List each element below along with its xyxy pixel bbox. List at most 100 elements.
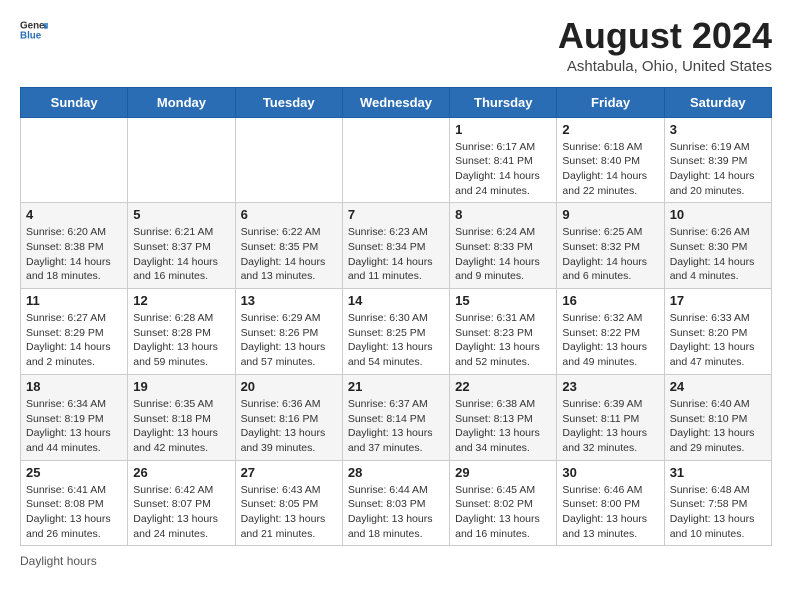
date-number: 22 [455, 379, 551, 394]
cell-detail: Sunrise: 6:23 AM Sunset: 8:34 PM Dayligh… [348, 225, 444, 284]
calendar-day-header: Monday [128, 87, 235, 117]
cell-detail: Sunrise: 6:48 AM Sunset: 7:58 PM Dayligh… [670, 483, 766, 542]
calendar-cell [342, 117, 449, 203]
title-area: August 2024 Ashtabula, Ohio, United Stat… [558, 16, 772, 75]
date-number: 7 [348, 207, 444, 222]
cell-detail: Sunrise: 6:35 AM Sunset: 8:18 PM Dayligh… [133, 397, 229, 456]
calendar-cell: 3 Sunrise: 6:19 AM Sunset: 8:39 PM Daylig… [664, 117, 771, 203]
footer-note: Daylight hours [20, 554, 772, 568]
calendar-cell: 19 Sunrise: 6:35 AM Sunset: 8:18 PM Dayli… [128, 374, 235, 460]
cell-detail: Sunrise: 6:30 AM Sunset: 8:25 PM Dayligh… [348, 311, 444, 370]
date-number: 16 [562, 293, 658, 308]
date-number: 4 [26, 207, 122, 222]
page-header: General Blue August 2024 Ashtabula, Ohio… [20, 16, 772, 75]
cell-detail: Sunrise: 6:28 AM Sunset: 8:28 PM Dayligh… [133, 311, 229, 370]
cell-detail: Sunrise: 6:44 AM Sunset: 8:03 PM Dayligh… [348, 483, 444, 542]
page-title: August 2024 [558, 16, 772, 56]
date-number: 31 [670, 465, 766, 480]
calendar-week-row: 1 Sunrise: 6:17 AM Sunset: 8:41 PM Daylig… [21, 117, 772, 203]
logo-icon: General Blue [20, 16, 48, 44]
date-number: 19 [133, 379, 229, 394]
date-number: 28 [348, 465, 444, 480]
calendar-cell: 25 Sunrise: 6:41 AM Sunset: 8:08 PM Dayli… [21, 460, 128, 546]
calendar-cell: 22 Sunrise: 6:38 AM Sunset: 8:13 PM Dayli… [450, 374, 557, 460]
cell-detail: Sunrise: 6:29 AM Sunset: 8:26 PM Dayligh… [241, 311, 337, 370]
calendar-day-header: Tuesday [235, 87, 342, 117]
date-number: 8 [455, 207, 551, 222]
calendar-cell: 24 Sunrise: 6:40 AM Sunset: 8:10 PM Dayli… [664, 374, 771, 460]
cell-detail: Sunrise: 6:22 AM Sunset: 8:35 PM Dayligh… [241, 225, 337, 284]
calendar-day-header: Saturday [664, 87, 771, 117]
calendar-cell: 27Sunrise: 6:43 AM Sunset: 8:05 PM Dayli… [235, 460, 342, 546]
calendar-day-header: Sunday [21, 87, 128, 117]
calendar-cell: 10Sunrise: 6:26 AM Sunset: 8:30 PM Dayli… [664, 203, 771, 289]
cell-detail: Sunrise: 6:31 AM Sunset: 8:23 PM Dayligh… [455, 311, 551, 370]
cell-detail: Sunrise: 6:45 AM Sunset: 8:02 PM Dayligh… [455, 483, 551, 542]
date-number: 10 [670, 207, 766, 222]
calendar-week-row: 11Sunrise: 6:27 AM Sunset: 8:29 PM Dayli… [21, 289, 772, 375]
calendar-cell: 1 Sunrise: 6:17 AM Sunset: 8:41 PM Daylig… [450, 117, 557, 203]
cell-detail: Sunrise: 6:20 AM Sunset: 8:38 PM Dayligh… [26, 225, 122, 284]
calendar-table: SundayMondayTuesdayWednesdayThursdayFrid… [20, 87, 772, 547]
cell-detail: Sunrise: 6:33 AM Sunset: 8:20 PM Dayligh… [670, 311, 766, 370]
page-subtitle: Ashtabula, Ohio, United States [558, 58, 772, 75]
date-number: 15 [455, 293, 551, 308]
calendar-cell: 31 Sunrise: 6:48 AM Sunset: 7:58 PM Dayli… [664, 460, 771, 546]
calendar-cell [21, 117, 128, 203]
calendar-cell: 5Sunrise: 6:21 AM Sunset: 8:37 PM Daylig… [128, 203, 235, 289]
calendar-cell: 14Sunrise: 6:30 AM Sunset: 8:25 PM Dayli… [342, 289, 449, 375]
cell-detail: Sunrise: 6:42 AM Sunset: 8:07 PM Dayligh… [133, 483, 229, 542]
cell-detail: Sunrise: 6:18 AM Sunset: 8:40 PM Dayligh… [562, 140, 658, 199]
calendar-day-header: Friday [557, 87, 664, 117]
svg-text:Blue: Blue [20, 30, 42, 41]
date-number: 2 [562, 122, 658, 137]
calendar-cell: 18 Sunrise: 6:34 AM Sunset: 8:19 PM Dayli… [21, 374, 128, 460]
cell-detail: Sunrise: 6:34 AM Sunset: 8:19 PM Dayligh… [26, 397, 122, 456]
calendar-body: 1 Sunrise: 6:17 AM Sunset: 8:41 PM Daylig… [21, 117, 772, 546]
date-number: 27 [241, 465, 337, 480]
calendar-cell: 2 Sunrise: 6:18 AM Sunset: 8:40 PM Daylig… [557, 117, 664, 203]
date-number: 30 [562, 465, 658, 480]
calendar-cell: 20 Sunrise: 6:36 AM Sunset: 8:16 PM Dayli… [235, 374, 342, 460]
calendar-cell: 15 Sunrise: 6:31 AM Sunset: 8:23 PM Dayli… [450, 289, 557, 375]
cell-detail: Sunrise: 6:25 AM Sunset: 8:32 PM Dayligh… [562, 225, 658, 284]
calendar-cell: 30Sunrise: 6:46 AM Sunset: 8:00 PM Dayli… [557, 460, 664, 546]
date-number: 9 [562, 207, 658, 222]
cell-detail: Sunrise: 6:36 AM Sunset: 8:16 PM Dayligh… [241, 397, 337, 456]
date-number: 13 [241, 293, 337, 308]
cell-detail: Sunrise: 6:24 AM Sunset: 8:33 PM Dayligh… [455, 225, 551, 284]
date-number: 17 [670, 293, 766, 308]
date-number: 11 [26, 293, 122, 308]
date-number: 6 [241, 207, 337, 222]
calendar-cell: 7 Sunrise: 6:23 AM Sunset: 8:34 PM Daylig… [342, 203, 449, 289]
calendar-cell: 6 Sunrise: 6:22 AM Sunset: 8:35 PM Daylig… [235, 203, 342, 289]
date-number: 3 [670, 122, 766, 137]
date-number: 24 [670, 379, 766, 394]
cell-detail: Sunrise: 6:37 AM Sunset: 8:14 PM Dayligh… [348, 397, 444, 456]
calendar-cell: 26Sunrise: 6:42 AM Sunset: 8:07 PM Dayli… [128, 460, 235, 546]
cell-detail: Sunrise: 6:38 AM Sunset: 8:13 PM Dayligh… [455, 397, 551, 456]
date-number: 20 [241, 379, 337, 394]
calendar-day-header: Wednesday [342, 87, 449, 117]
date-number: 12 [133, 293, 229, 308]
cell-detail: Sunrise: 6:39 AM Sunset: 8:11 PM Dayligh… [562, 397, 658, 456]
date-number: 18 [26, 379, 122, 394]
date-number: 23 [562, 379, 658, 394]
calendar-cell: 11Sunrise: 6:27 AM Sunset: 8:29 PM Dayli… [21, 289, 128, 375]
calendar-cell [128, 117, 235, 203]
date-number: 25 [26, 465, 122, 480]
calendar-cell: 17 Sunrise: 6:33 AM Sunset: 8:20 PM Dayli… [664, 289, 771, 375]
cell-detail: Sunrise: 6:40 AM Sunset: 8:10 PM Dayligh… [670, 397, 766, 456]
calendar-cell: 13 Sunrise: 6:29 AM Sunset: 8:26 PM Dayli… [235, 289, 342, 375]
calendar-week-row: 25 Sunrise: 6:41 AM Sunset: 8:08 PM Dayli… [21, 460, 772, 546]
cell-detail: Sunrise: 6:41 AM Sunset: 8:08 PM Dayligh… [26, 483, 122, 542]
date-number: 5 [133, 207, 229, 222]
calendar-cell: 23 Sunrise: 6:39 AM Sunset: 8:11 PM Dayli… [557, 374, 664, 460]
calendar-week-row: 18 Sunrise: 6:34 AM Sunset: 8:19 PM Dayli… [21, 374, 772, 460]
cell-detail: Sunrise: 6:32 AM Sunset: 8:22 PM Dayligh… [562, 311, 658, 370]
cell-detail: Sunrise: 6:19 AM Sunset: 8:39 PM Dayligh… [670, 140, 766, 199]
date-number: 1 [455, 122, 551, 137]
calendar-cell: 29Sunrise: 6:45 AM Sunset: 8:02 PM Dayli… [450, 460, 557, 546]
cell-detail: Sunrise: 6:17 AM Sunset: 8:41 PM Dayligh… [455, 140, 551, 199]
calendar-day-header: Thursday [450, 87, 557, 117]
